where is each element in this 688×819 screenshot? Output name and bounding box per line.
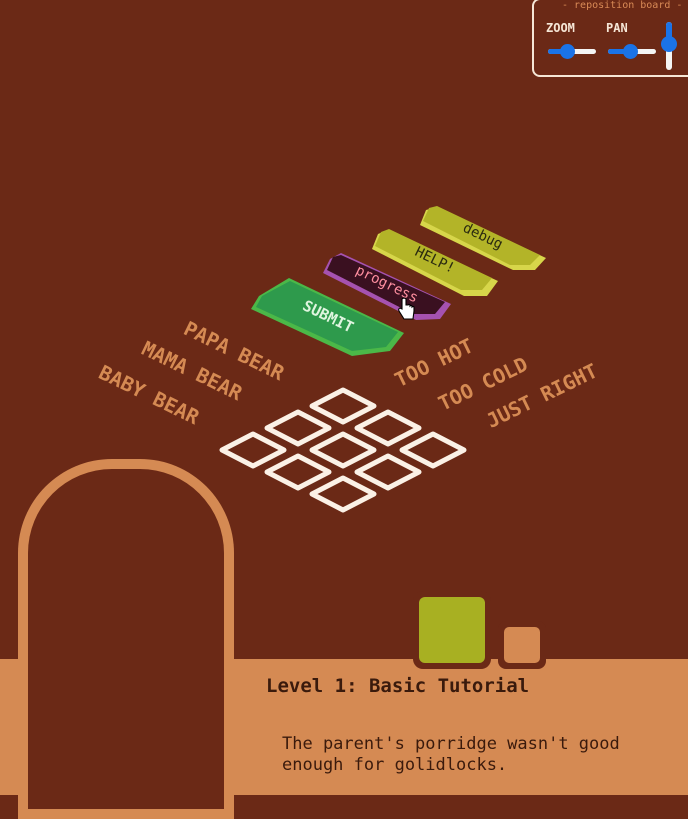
vertical-pan-slider-knob[interactable] <box>661 36 677 52</box>
level-title: Level 1: Basic Tutorial <box>266 675 530 697</box>
grid-cell-r1-c1[interactable] <box>309 387 377 425</box>
reposition-board-panel: - reposition board - ZOOM PAN <box>532 0 688 77</box>
grid-cell-r3-c3[interactable] <box>309 475 377 513</box>
selected-color-swatch[interactable] <box>413 591 491 669</box>
grid-cell-r3-c1[interactable] <box>219 431 287 469</box>
grid-cell-r2-c1[interactable] <box>264 409 332 447</box>
reposition-board-title: - reposition board - <box>562 0 683 11</box>
pan-slider-knob[interactable] <box>622 44 638 59</box>
zoom-slider[interactable] <box>548 44 596 59</box>
color-swatch[interactable] <box>498 621 546 669</box>
grid-cell-r2-c2[interactable] <box>309 431 377 469</box>
level-description: The parent's porridge wasn't good enough… <box>282 734 620 775</box>
character-body <box>28 469 224 809</box>
vertical-pan-slider[interactable] <box>661 22 677 70</box>
zoom-slider-knob[interactable] <box>560 44 576 59</box>
pan-label: PAN <box>606 21 628 35</box>
grid-cell-r2-c3[interactable] <box>354 453 422 491</box>
grid-cell-r1-c2[interactable] <box>354 409 422 447</box>
answer-grid <box>219 387 467 513</box>
grid-cell-r3-c2[interactable] <box>264 453 332 491</box>
pan-slider[interactable] <box>608 44 656 59</box>
grid-cell-r1-c3[interactable] <box>399 431 467 469</box>
zoom-label: ZOOM <box>546 21 575 35</box>
